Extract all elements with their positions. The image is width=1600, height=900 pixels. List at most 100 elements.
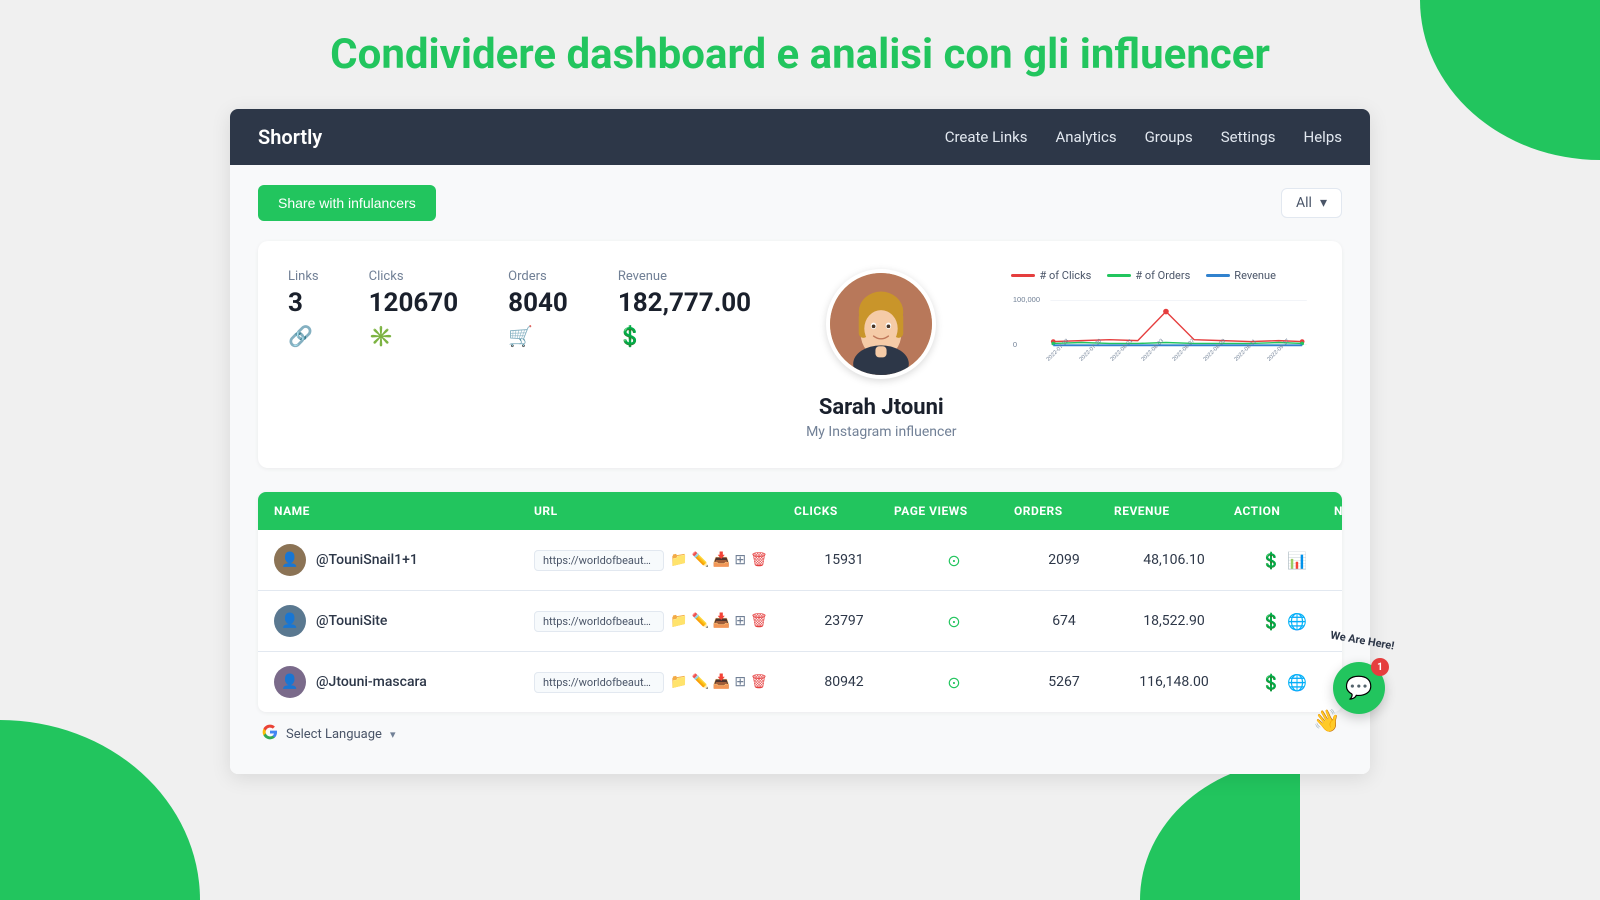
legend-orders-line — [1107, 274, 1131, 277]
pageviews-icon-3: ⊙ — [894, 673, 1014, 692]
profile-center: Sarah Jtouni My Instagram influencer — [781, 269, 981, 440]
url-cell-1: https://worldofbeauty.g 📁 ✏️ 📥 ⊞ 🗑 — [534, 550, 794, 571]
row-name-2: 👤 @TouniSite — [274, 605, 534, 637]
language-dropdown-arrow[interactable]: ▾ — [390, 728, 396, 741]
stats-section: Links 3 🔗 Clicks 120670 ✳️ Orders 8040 — [288, 269, 751, 348]
qr-icon[interactable]: ⊞ — [734, 552, 746, 568]
chart-section: # of Clicks # of Orders Revenue — [1011, 269, 1312, 380]
copy-icon[interactable]: 📁 — [670, 552, 687, 568]
delete-icon-3[interactable]: 🗑 — [750, 674, 768, 690]
row-username-2: @TouniSite — [316, 613, 387, 629]
clicks-icon: ✳️ — [369, 324, 459, 348]
globe-action-icon-2[interactable]: 🌐 — [1287, 612, 1307, 631]
legend-orders: # of Orders — [1107, 269, 1190, 282]
nav-groups[interactable]: Groups — [1145, 128, 1193, 146]
add-url-icon-3[interactable]: 📥 — [713, 674, 730, 690]
svg-text:100,000: 100,000 — [1013, 295, 1040, 304]
edit-url-icon-3[interactable]: ✏️ — [691, 674, 708, 690]
revenue-2: 18,522.90 — [1114, 613, 1234, 629]
select-language-label[interactable]: Select Language — [286, 727, 382, 742]
url-actions-1[interactable]: 📁 ✏️ 📥 ⊞ 🗑 — [670, 552, 768, 568]
action-icons-2[interactable]: 💲 🌐 — [1234, 612, 1334, 631]
row-name-1: 👤 @TouniSnail1+1 — [274, 544, 534, 576]
orders-3: 5267 — [1014, 674, 1114, 690]
notes-icon-1[interactable]: ✏️ — [1334, 551, 1342, 570]
action-icons-3[interactable]: 💲 🌐 — [1234, 673, 1334, 692]
chart-container: 100,000 0 — [1011, 290, 1312, 380]
svg-text:2022-08-03: 2022-08-03 — [1141, 338, 1166, 363]
legend-revenue-line — [1206, 274, 1230, 277]
revenue-action-icon-2[interactable]: 💲 — [1261, 612, 1281, 631]
svg-text:2022-08-09: 2022-08-09 — [1203, 338, 1228, 363]
bottom-bar: Select Language ▾ — [258, 724, 1342, 744]
svg-text:2022-09-27: 2022-09-27 — [1267, 338, 1292, 363]
profile-card: Links 3 🔗 Clicks 120670 ✳️ Orders 8040 — [258, 241, 1342, 468]
row-name-3: 👤 @Jtouni-mascara — [274, 666, 534, 698]
legend-revenue: Revenue — [1206, 269, 1276, 282]
chat-icon: 💬 — [1345, 676, 1372, 701]
chevron-down-icon: ▾ — [1320, 195, 1327, 211]
avatar-1: 👤 — [274, 544, 306, 576]
table-header: NAME URL CLICKS PAGE VIEWS ORDERS REVENU… — [258, 492, 1342, 530]
stat-revenue-value: 182,777.00 — [618, 288, 751, 318]
avatar-2: 👤 — [274, 605, 306, 637]
legend-orders-label: # of Orders — [1135, 269, 1190, 282]
svg-text:2022-08-07: 2022-08-07 — [1172, 338, 1197, 363]
clicks-2: 23797 — [794, 613, 894, 629]
globe-action-icon-3[interactable]: 🌐 — [1287, 673, 1307, 692]
th-pageviews: PAGE VIEWS — [894, 504, 1014, 518]
url-actions-2[interactable]: 📁 ✏️ 📥 ⊞ 🗑 — [670, 613, 768, 629]
line-chart: 100,000 0 — [1011, 290, 1312, 380]
th-name: NAME — [274, 504, 534, 518]
data-table: NAME URL CLICKS PAGE VIEWS ORDERS REVENU… — [258, 492, 1342, 712]
nav-create-links[interactable]: Create Links — [945, 128, 1028, 146]
legend-clicks-line — [1011, 274, 1035, 277]
delete-icon[interactable]: 🗑 — [750, 552, 768, 568]
pageviews-icon-2: ⊙ — [894, 612, 1014, 631]
chat-widget[interactable]: We Are Here! 💬 1 👋 — [1333, 662, 1385, 714]
url-text-3: https://worldofbeautync — [534, 672, 664, 693]
stat-links-value: 3 — [288, 288, 319, 318]
th-orders: ORDERS — [1014, 504, 1114, 518]
url-actions-3[interactable]: 📁 ✏️ 📥 ⊞ 🗑 — [670, 674, 768, 690]
notes-icon-2[interactable]: ✏️ — [1334, 612, 1342, 631]
revenue-1: 48,106.10 — [1114, 552, 1234, 568]
legend-revenue-label: Revenue — [1234, 269, 1276, 282]
row-username-3: @Jtouni-mascara — [316, 674, 427, 690]
nav-analytics[interactable]: Analytics — [1055, 128, 1116, 146]
revenue-action-icon[interactable]: 💲 — [1261, 551, 1281, 570]
top-row: Share with infulancers All ▾ — [258, 185, 1342, 221]
action-icons-1[interactable]: 💲 📊 — [1234, 551, 1334, 570]
filter-label: All — [1296, 195, 1312, 211]
revenue-action-icon-3[interactable]: 💲 — [1261, 673, 1281, 692]
filter-dropdown[interactable]: All ▾ — [1281, 188, 1342, 218]
share-influencers-button[interactable]: Share with infulancers — [258, 185, 436, 221]
qr-icon-2[interactable]: ⊞ — [734, 613, 746, 629]
link-icon: 🔗 — [288, 324, 319, 348]
copy-icon-2[interactable]: 📁 — [670, 613, 687, 629]
stat-orders-label: Orders — [508, 269, 568, 284]
app-body: Share with infulancers All ▾ Links 3 🔗 — [230, 165, 1370, 774]
url-text-2: https://worldofbeautync — [534, 611, 664, 632]
orders-2: 674 — [1014, 613, 1114, 629]
stat-links: Links 3 🔗 — [288, 269, 319, 348]
navbar-links: Create Links Analytics Groups Settings H… — [945, 128, 1342, 146]
edit-url-icon-2[interactable]: ✏️ — [691, 613, 708, 629]
copy-icon-3[interactable]: 📁 — [670, 674, 687, 690]
chat-button[interactable]: 💬 1 — [1333, 662, 1385, 714]
revenue-icon: 💲 — [618, 324, 751, 348]
add-url-icon[interactable]: 📥 — [713, 552, 730, 568]
chart-action-icon[interactable]: 📊 — [1287, 551, 1307, 570]
edit-url-icon[interactable]: ✏️ — [691, 552, 708, 568]
stat-clicks-label: Clicks — [369, 269, 459, 284]
delete-icon-2[interactable]: 🗑 — [750, 613, 768, 629]
add-url-icon-2[interactable]: 📥 — [713, 613, 730, 629]
nav-settings[interactable]: Settings — [1221, 128, 1276, 146]
profile-subtitle: My Instagram influencer — [806, 424, 956, 440]
chat-badge: 1 — [1371, 658, 1389, 676]
qr-icon-3[interactable]: ⊞ — [734, 674, 746, 690]
stat-revenue-label: Revenue — [618, 269, 751, 284]
navbar: Shortly Create Links Analytics Groups Se… — [230, 109, 1370, 165]
legend-clicks: # of Clicks — [1011, 269, 1091, 282]
nav-helps[interactable]: Helps — [1304, 128, 1342, 146]
